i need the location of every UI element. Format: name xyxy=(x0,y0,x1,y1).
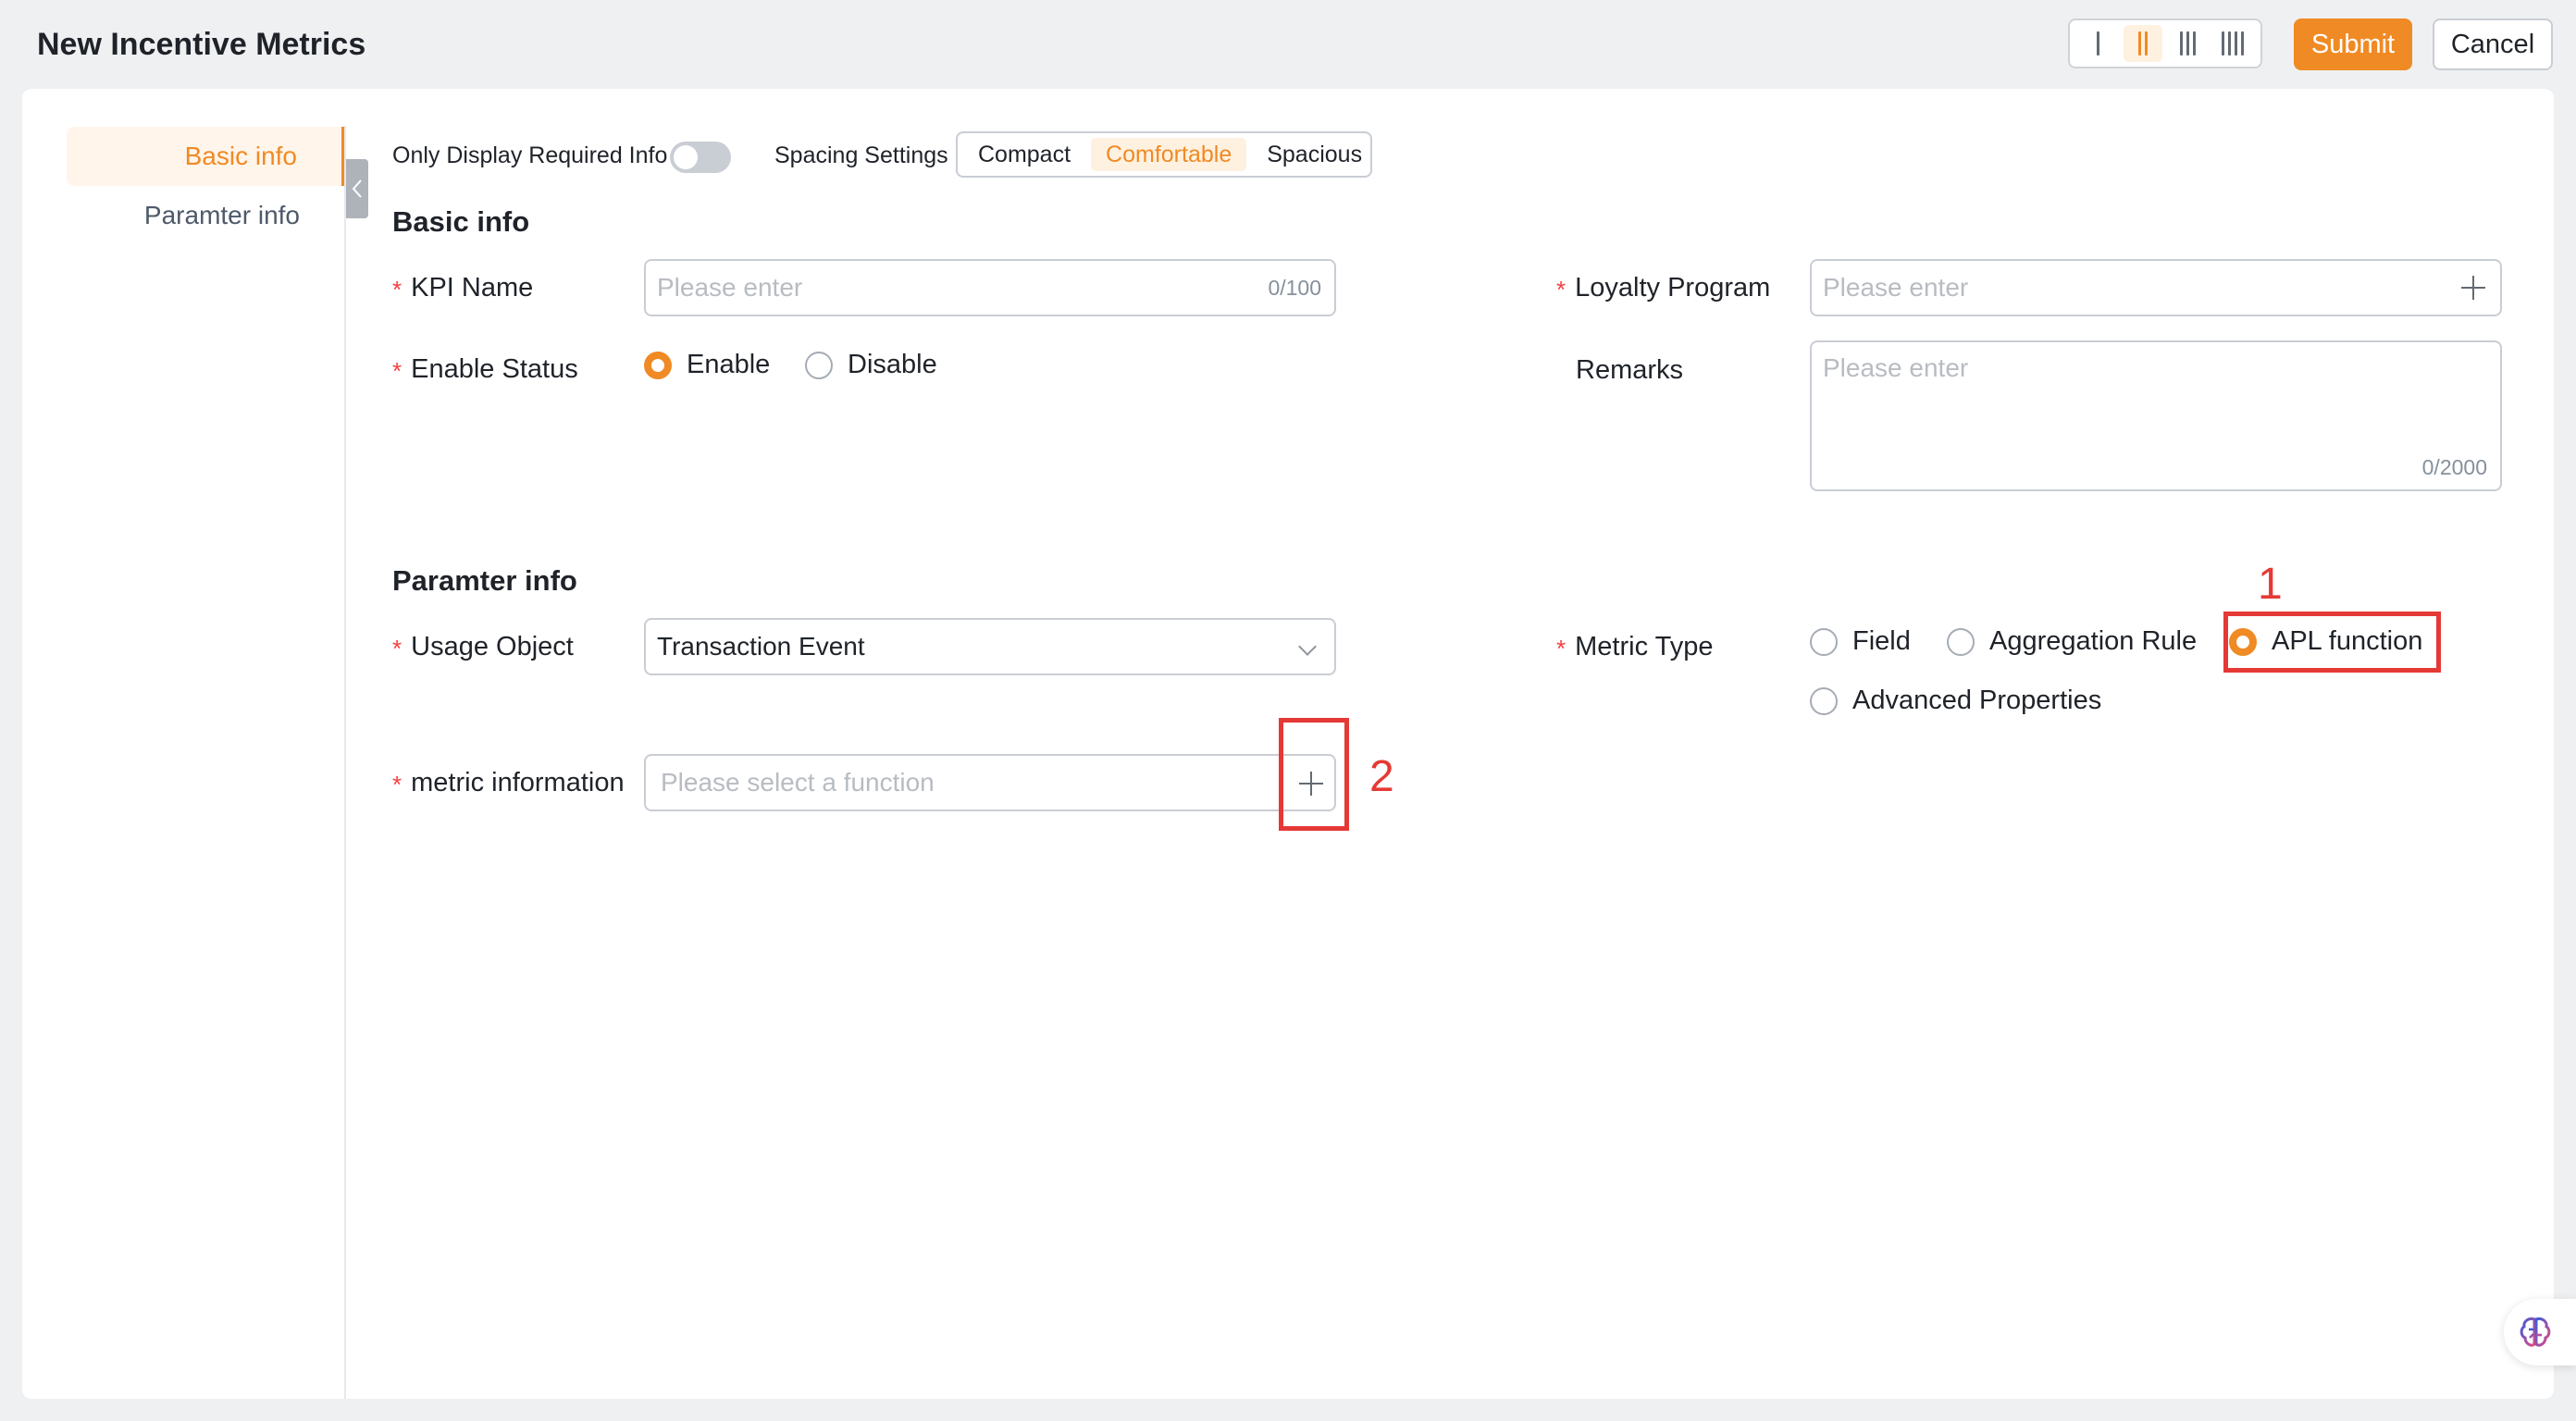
sidebar-divider xyxy=(344,126,346,1399)
kpi-name-label: * KPI Name xyxy=(392,269,533,306)
remarks-textarea[interactable]: Please enter 0/2000 xyxy=(1810,340,2502,491)
column-bar-icon xyxy=(2179,31,2183,56)
required-only-label: Only Display Required Info xyxy=(392,142,668,168)
radio-unchecked-icon xyxy=(1810,627,1838,656)
loyalty-program-input[interactable]: Please enter xyxy=(1810,259,2502,316)
column-bar-icon xyxy=(2144,31,2148,56)
column-bar-icon xyxy=(2096,31,2099,56)
annotation-number-2: 2 xyxy=(1369,752,1394,801)
required-asterisk: * xyxy=(392,357,402,385)
spacing-segmented-control: Compact Comfortable Spacious xyxy=(956,131,1372,178)
enable-radio[interactable]: Enable xyxy=(644,350,770,380)
required-asterisk: * xyxy=(1556,276,1567,303)
layout-two-column-button[interactable] xyxy=(2123,25,2162,62)
annotation-box-1 xyxy=(2223,612,2441,673)
field-radio-label: Field xyxy=(1852,626,1911,656)
column-bar-icon xyxy=(2186,31,2189,56)
remarks-char-counter: 0/2000 xyxy=(2421,455,2487,479)
layout-four-column-button[interactable] xyxy=(2213,25,2252,62)
layout-three-column-button[interactable] xyxy=(2168,25,2207,62)
required-asterisk: * xyxy=(392,635,402,662)
required-asterisk: * xyxy=(392,771,402,798)
submit-button[interactable]: Submit xyxy=(2294,19,2412,70)
metric-information-placeholder: Please select a function xyxy=(661,768,935,797)
remarks-label: Remarks xyxy=(1576,352,1683,389)
page-title: New Incentive Metrics xyxy=(37,27,366,62)
metric-type-field-radio[interactable]: Field xyxy=(1810,626,1911,657)
metric-information-label-text: metric information xyxy=(411,768,625,797)
spacing-settings-label: Spacing Settings xyxy=(774,142,948,168)
chevron-left-icon xyxy=(352,179,362,198)
radio-unchecked-icon xyxy=(1947,627,1975,656)
plus-icon[interactable] xyxy=(2459,274,2487,302)
disable-radio[interactable]: Disable xyxy=(805,350,937,380)
usage-object-label-text: Usage Object xyxy=(411,632,574,661)
layout-one-column-button[interactable] xyxy=(2078,25,2117,62)
disable-radio-label: Disable xyxy=(848,350,937,379)
kpi-name-char-counter: 0/100 xyxy=(1268,275,1321,300)
sidebar-item-basic-info[interactable]: Basic info xyxy=(67,127,344,186)
annotation-box-2 xyxy=(1279,718,1349,831)
sidebar-item-label: Paramter info xyxy=(143,201,300,229)
toggle-knob xyxy=(674,145,698,169)
column-bar-icon xyxy=(2221,31,2224,56)
cancel-button[interactable]: Cancel xyxy=(2433,19,2553,70)
assistant-button[interactable] xyxy=(2504,1299,2576,1365)
layout-column-switch[interactable] xyxy=(2068,19,2262,68)
metric-type-aggregation-rule-radio[interactable]: Aggregation Rule xyxy=(1947,626,2197,657)
kpi-name-input[interactable]: Please enter 0/100 xyxy=(644,259,1336,316)
required-asterisk: * xyxy=(392,276,402,303)
column-bar-icon xyxy=(2192,31,2196,56)
remarks-placeholder: Please enter xyxy=(1823,353,1969,382)
basic-info-section-title: Basic info xyxy=(392,205,530,238)
kpi-name-label-text: KPI Name xyxy=(411,273,534,303)
sidebar-item-label: Basic info xyxy=(184,142,297,170)
usage-object-select[interactable]: Transaction Event xyxy=(644,618,1336,675)
spacing-compact-option[interactable]: Compact xyxy=(963,138,1085,171)
metric-information-input[interactable]: Please select a function xyxy=(644,754,1336,811)
column-bar-icon xyxy=(2227,31,2231,56)
column-bar-icon xyxy=(2240,31,2244,56)
required-only-toggle[interactable] xyxy=(670,142,731,173)
radio-checked-icon xyxy=(644,351,672,379)
enable-radio-label: Enable xyxy=(687,350,771,379)
loyalty-program-label-text: Loyalty Program xyxy=(1575,273,1771,303)
loyalty-program-placeholder: Please enter xyxy=(1823,273,1969,302)
advanced-properties-radio-label: Advanced Properties xyxy=(1852,686,2102,715)
required-asterisk: * xyxy=(1556,635,1567,662)
metric-information-label: * metric information xyxy=(392,764,625,801)
aggregation-rule-radio-label: Aggregation Rule xyxy=(1989,626,2198,656)
column-bar-icon xyxy=(2234,31,2237,56)
chevron-down-icon xyxy=(1298,637,1317,656)
sidebar-item-paramter-info[interactable]: Paramter info xyxy=(67,186,344,245)
usage-object-label: * Usage Object xyxy=(392,628,574,665)
metric-type-advanced-properties-radio[interactable]: Advanced Properties xyxy=(1810,686,2101,716)
metric-type-label: * Metric Type xyxy=(1556,628,1713,665)
metric-type-label-text: Metric Type xyxy=(1575,632,1714,661)
column-bar-icon xyxy=(2137,31,2141,56)
enable-status-label: * Enable Status xyxy=(392,351,578,388)
usage-object-value: Transaction Event xyxy=(657,632,865,661)
radio-unchecked-icon xyxy=(1810,686,1838,715)
brain-icon xyxy=(2520,1317,2551,1347)
paramter-info-section-title: Paramter info xyxy=(392,564,577,597)
spacing-comfortable-option[interactable]: Comfortable xyxy=(1091,138,1247,171)
spacing-spacious-option[interactable]: Spacious xyxy=(1252,138,1377,171)
remarks-label-text: Remarks xyxy=(1576,355,1684,385)
radio-unchecked-icon xyxy=(805,351,833,379)
kpi-name-placeholder: Please enter xyxy=(657,273,803,302)
annotation-number-1: 1 xyxy=(2258,560,2283,609)
enable-status-label-text: Enable Status xyxy=(411,354,578,384)
loyalty-program-label: * Loyalty Program xyxy=(1556,269,1770,306)
sidebar-collapse-button[interactable] xyxy=(346,159,368,218)
